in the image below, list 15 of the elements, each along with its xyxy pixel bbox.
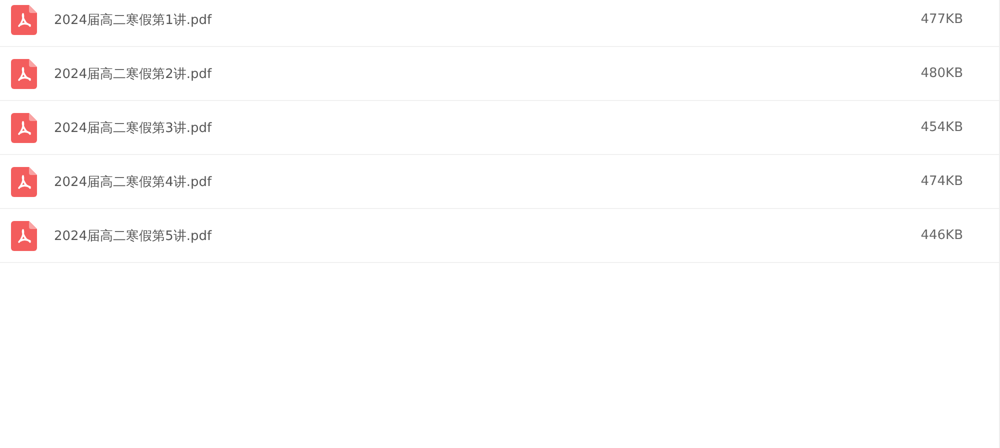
file-size: 480KB (920, 66, 963, 81)
file-name[interactable]: 2024届高二寒假第4讲.pdf (54, 172, 921, 190)
file-name[interactable]: 2024届高二寒假第1讲.pdf (54, 10, 921, 28)
file-name[interactable]: 2024届高二寒假第3讲.pdf (54, 118, 921, 136)
pdf-file-icon (11, 112, 37, 142)
file-size: 454KB (920, 120, 963, 135)
file-size: 477KB (920, 12, 963, 27)
pdf-file-icon (11, 220, 37, 250)
pdf-file-icon (11, 166, 37, 196)
file-size: 446KB (920, 228, 963, 243)
pdf-file-icon (11, 4, 37, 34)
file-name[interactable]: 2024届高二寒假第5讲.pdf (54, 226, 921, 244)
file-size: 474KB (920, 174, 963, 189)
file-name[interactable]: 2024届高二寒假第2讲.pdf (54, 64, 921, 82)
pdf-file-icon (11, 58, 37, 88)
